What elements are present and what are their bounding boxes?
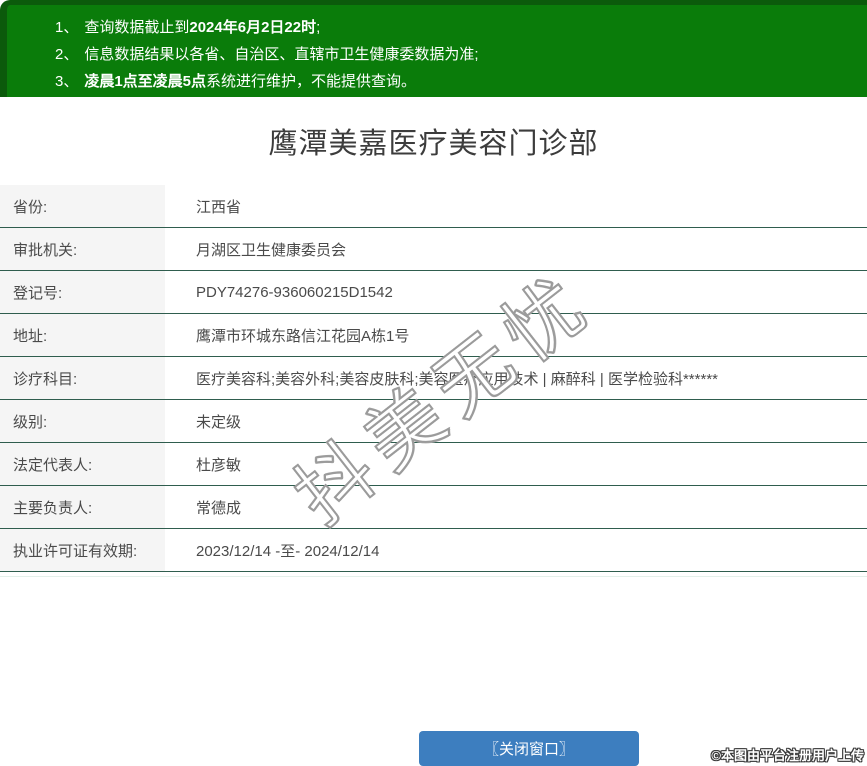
row-label: 法定代表人:	[0, 443, 165, 485]
row-label: 地址:	[0, 314, 165, 356]
title-bar: 鹰潭美嘉医疗美容门诊部	[0, 97, 867, 185]
notice-line-number: 2、	[55, 46, 78, 63]
table-bottom-divider	[0, 572, 867, 577]
row-value: 月湖区卫生健康委员会	[165, 228, 867, 270]
table-row-registration-number: 登记号: PDY74276-936060215D1542	[0, 271, 867, 314]
notice-banner: 1、查询数据截止到2024年6月2日22时; 2、信息数据结果以各省、自治区、直…	[0, 0, 867, 97]
notice-text-bold: 2024年6月2日22时	[189, 19, 316, 36]
notice-text: 信息数据结果以各省、自治区、直辖市卫生健康委数据为准;	[84, 46, 478, 63]
copyright-stamp: ©本图由平台注册用户上传	[711, 745, 864, 764]
table-row-principal: 主要负责人: 常德成	[0, 486, 867, 529]
row-value: 未定级	[165, 400, 867, 442]
notice-line-number: 1、	[55, 19, 78, 36]
row-label: 执业许可证有效期:	[0, 529, 165, 571]
page-title: 鹰潭美嘉医疗美容门诊部	[268, 120, 598, 162]
notice-line-number: 3、	[55, 73, 78, 90]
row-value: 杜彦敏	[165, 443, 867, 485]
row-value: 医疗美容科;美容外科;美容皮肤科;美容医疗应用技术 | 麻醉科 | 医学检验科*…	[165, 357, 867, 399]
row-value: PDY74276-936060215D1542	[165, 271, 867, 313]
close-window-button[interactable]: 〖关闭窗口〗	[419, 731, 639, 766]
notice-text: 系统进行维护，不能提供查询。	[206, 73, 416, 90]
notice-line-1: 1、查询数据截止到2024年6月2日22时;	[55, 14, 857, 41]
notice-text: 查询数据截止到	[84, 19, 189, 36]
row-label: 主要负责人:	[0, 486, 165, 528]
row-value: 常德成	[165, 486, 867, 528]
row-label: 登记号:	[0, 271, 165, 313]
table-row-address: 地址: 鹰潭市环城东路信江花园A栋1号	[0, 314, 867, 357]
notice-line-2: 2、信息数据结果以各省、自治区、直辖市卫生健康委数据为准;	[55, 41, 857, 68]
table-row-legal-representative: 法定代表人: 杜彦敏	[0, 443, 867, 486]
notice-text: ;	[316, 19, 320, 36]
clinic-info-table: 省份: 江西省 审批机关: 月湖区卫生健康委员会 登记号: PDY74276-9…	[0, 185, 867, 577]
table-row-level: 级别: 未定级	[0, 400, 867, 443]
row-label: 省份:	[0, 185, 165, 227]
notice-text-bold: 凌晨1点至凌晨5点	[84, 73, 206, 90]
row-label: 诊疗科目:	[0, 357, 165, 399]
row-value: 鹰潭市环城东路信江花园A栋1号	[165, 314, 867, 356]
row-value: 2023/12/14 -至- 2024/12/14	[165, 529, 867, 571]
row-label: 审批机关:	[0, 228, 165, 270]
table-row-medical-subjects: 诊疗科目: 医疗美容科;美容外科;美容皮肤科;美容医疗应用技术 | 麻醉科 | …	[0, 357, 867, 400]
notice-line-3: 3、凌晨1点至凌晨5点系统进行维护，不能提供查询。	[55, 68, 857, 95]
page: 1、查询数据截止到2024年6月2日22时; 2、信息数据结果以各省、自治区、直…	[0, 0, 867, 766]
table-row-approval-authority: 审批机关: 月湖区卫生健康委员会	[0, 228, 867, 271]
row-label: 级别:	[0, 400, 165, 442]
table-row-license-validity: 执业许可证有效期: 2023/12/14 -至- 2024/12/14	[0, 529, 867, 572]
row-value: 江西省	[165, 185, 867, 227]
table-row-province: 省份: 江西省	[0, 185, 867, 228]
